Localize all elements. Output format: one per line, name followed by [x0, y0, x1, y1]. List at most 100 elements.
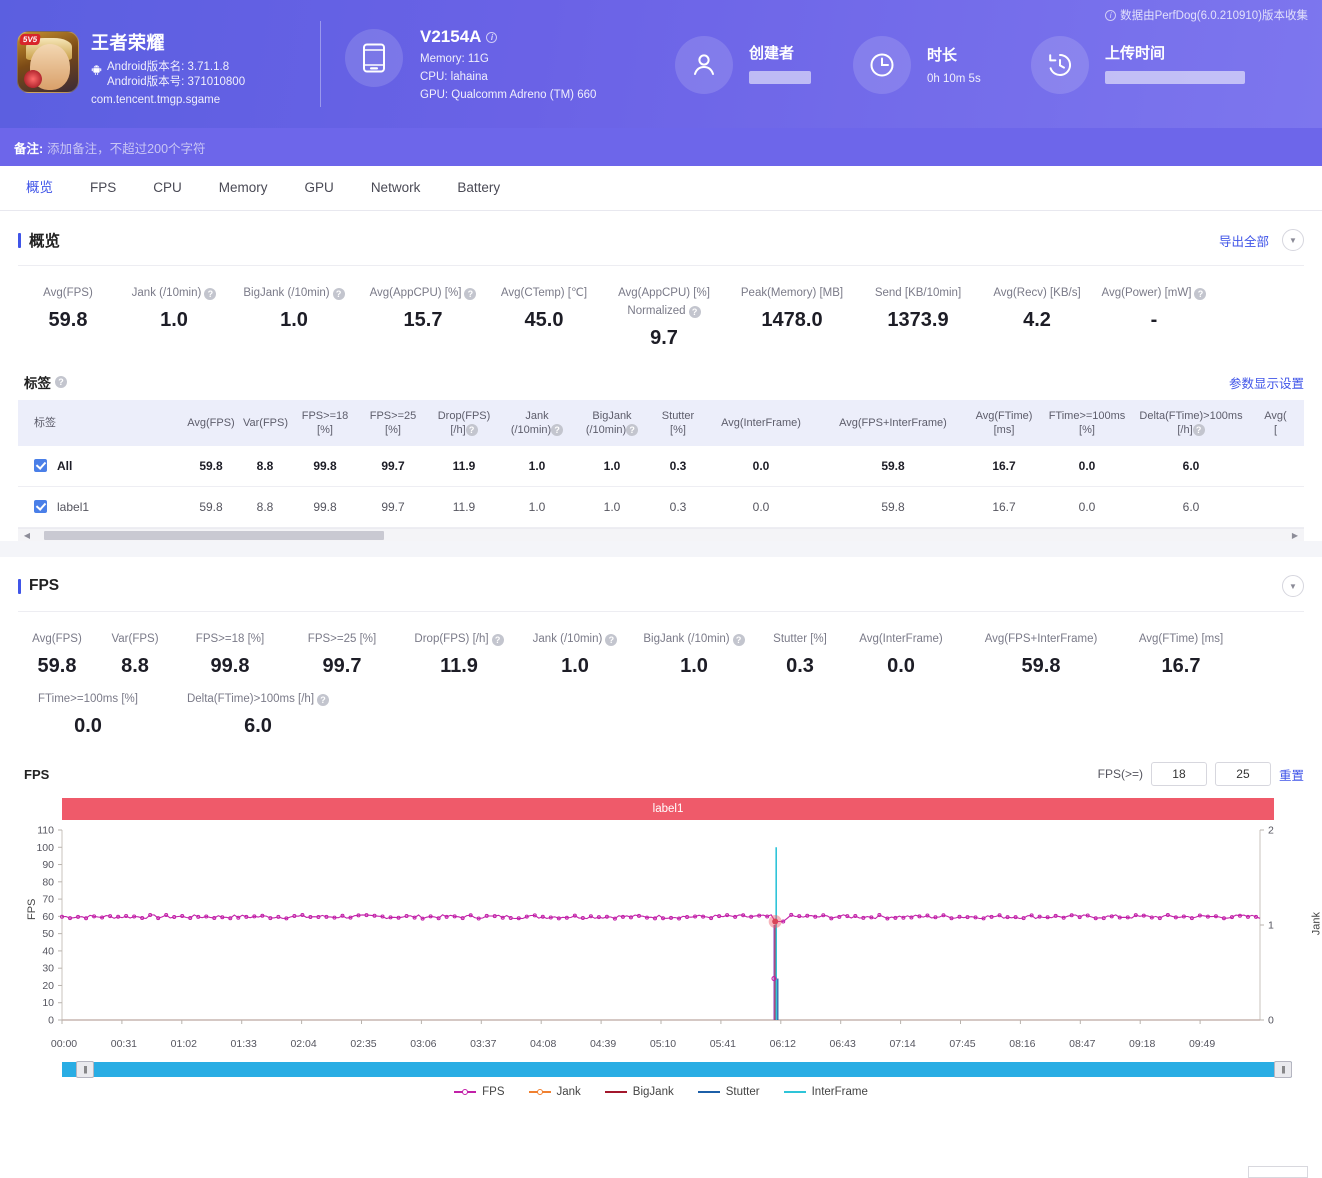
scroll-right-arrow[interactable]: ▶ — [1286, 531, 1304, 540]
row-checkbox[interactable] — [34, 459, 47, 472]
metric-label: Jank (/10min)? — [520, 632, 630, 647]
hscroll-thumb[interactable] — [44, 531, 384, 540]
table-cell: 16.7 — [969, 487, 1039, 528]
legend-item-jank[interactable]: Jank — [529, 1086, 581, 1098]
metric-label: Avg(CTemp) [℃] — [488, 286, 600, 301]
legend-item-interframe[interactable]: InterFrame — [784, 1086, 868, 1098]
tab-network[interactable]: Network — [355, 166, 437, 210]
help-icon[interactable]: ? — [466, 424, 478, 436]
tab-cpu[interactable]: CPU — [137, 166, 198, 210]
help-icon[interactable]: ? — [689, 306, 701, 318]
labels-table-hscrollbar[interactable]: ◀ ▶ — [18, 528, 1304, 541]
row-label-cell[interactable]: label1 — [18, 487, 183, 528]
collapse-overview-button[interactable]: ▼ — [1282, 229, 1304, 251]
help-icon[interactable]: ? — [492, 634, 504, 646]
table-cell: 1.0 — [573, 487, 651, 528]
app-name: 王者荣耀 — [91, 29, 245, 55]
help-icon[interactable]: ? — [317, 694, 329, 706]
labels-table-wrap: 标签Avg(FPS)Var(FPS)FPS>=18[%]FPS>=25[%]Dr… — [18, 400, 1304, 528]
help-icon[interactable]: ? — [551, 424, 563, 436]
table-cell: 59.8 — [183, 487, 239, 528]
legend-item-bigjank[interactable]: BigJank — [605, 1086, 674, 1098]
fps-threshold-low-input[interactable]: 18 — [1151, 762, 1207, 786]
metric-label: FPS>=18 [%] — [174, 632, 286, 647]
duration-value: 0h 10m 5s — [927, 73, 981, 85]
help-icon[interactable]: ? — [464, 288, 476, 300]
tab-fps[interactable]: FPS — [74, 166, 132, 210]
table-cell: 11.9 — [427, 446, 501, 487]
table-row[interactable]: label159.88.899.899.711.91.01.00.30.059.… — [18, 487, 1304, 528]
device-info-icon[interactable]: i — [486, 32, 497, 43]
metric-label: Avg(AppCPU) [%]Normalized? — [600, 286, 728, 319]
labels-table-body: All59.88.899.899.711.91.01.00.30.059.816… — [18, 446, 1304, 528]
legend-label: FPS — [482, 1086, 504, 1098]
metric-send-kb-10min: Send [KB/10min]1373.9 — [856, 286, 980, 350]
fps-chart-plot[interactable]: FPS Jank 0102030405060708090100110012 — [18, 824, 1304, 1036]
tab-battery[interactable]: Battery — [441, 166, 516, 210]
row-checkbox[interactable] — [34, 500, 47, 513]
metric-value: 6.0 — [158, 715, 358, 738]
metric-value: 4.2 — [980, 309, 1094, 332]
col-header: Avg([ — [1247, 400, 1304, 446]
chart-label-band: label1 — [62, 798, 1274, 820]
collapse-fps-button[interactable]: ▼ — [1282, 575, 1304, 597]
overview-title: 概览 — [18, 229, 60, 251]
x-tick-label: 03:37 — [470, 1038, 496, 1050]
app-version-name: Android版本名: 3.71.1.8 — [107, 60, 245, 75]
note-bar[interactable]: 备注: 添加备注，不超过200个字符 — [0, 128, 1322, 166]
metric-avg-fps-interframe: Avg(FPS+InterFrame)59.8 — [960, 632, 1122, 678]
help-icon[interactable]: ? — [204, 288, 216, 300]
help-icon[interactable]: ? — [1193, 424, 1205, 436]
user-icon — [675, 36, 733, 94]
tab-gpu[interactable]: GPU — [289, 166, 350, 210]
fps-chart-svg: 0102030405060708090100110012 — [18, 824, 1304, 1036]
x-tick-label: 01:02 — [171, 1038, 197, 1050]
header-divider — [320, 21, 321, 107]
x-tick-label: 05:10 — [650, 1038, 676, 1050]
fps-threshold-high-input[interactable]: 25 — [1215, 762, 1271, 786]
fps-section: FPS ▼ Avg(FPS)59.8Var(FPS)8.8FPS>=18 [%]… — [0, 557, 1322, 1098]
legend-swatch — [784, 1091, 806, 1093]
timeline-range-slider[interactable]: ||| ||| — [62, 1062, 1292, 1077]
labels-help-icon[interactable]: ? — [55, 376, 67, 388]
metric-value: 45.0 — [488, 309, 600, 332]
tab-overview[interactable]: 概览 — [10, 166, 69, 210]
help-icon[interactable]: ? — [733, 634, 745, 646]
help-icon[interactable]: ? — [1194, 288, 1206, 300]
creator-block: 创建者 — [675, 34, 853, 94]
table-cell: 59.8 — [183, 446, 239, 487]
legend-swatch — [529, 1091, 551, 1093]
param-display-settings-link[interactable]: 参数显示设置 — [1229, 373, 1304, 392]
help-icon[interactable]: ? — [605, 634, 617, 646]
fps-metrics-row-2: FTime>=100ms [%]0.0Delta(FTime)>100ms [/… — [18, 692, 1304, 752]
table-cell: 11.9 — [427, 487, 501, 528]
device-cpu: CPU: lahaina — [420, 71, 596, 83]
legend-item-fps[interactable]: FPS — [454, 1086, 504, 1098]
timeline-left-handle[interactable]: ||| — [76, 1061, 94, 1078]
hscroll-track[interactable] — [36, 531, 1286, 540]
export-all-link[interactable]: 导出全部 — [1219, 231, 1269, 250]
reset-thresholds-link[interactable]: 重置 — [1279, 765, 1304, 784]
help-icon[interactable]: ? — [333, 288, 345, 300]
metric-label: Avg(FTime) [ms] — [1122, 632, 1240, 647]
scroll-left-arrow[interactable]: ◀ — [18, 531, 36, 540]
overview-metrics: Avg(FPS)59.8Jank (/10min)?1.0BigJank (/1… — [18, 266, 1304, 364]
y-tick-label: 70 — [42, 894, 54, 906]
tab-memory[interactable]: Memory — [203, 166, 284, 210]
upload-time-block: 上传时间 — [1031, 34, 1209, 94]
table-cell: 0.0 — [705, 446, 817, 487]
help-icon[interactable]: ? — [626, 424, 638, 436]
timeline-right-handle[interactable]: ||| — [1274, 1061, 1292, 1078]
table-cell: 1.0 — [501, 446, 573, 487]
metric-value: 11.9 — [398, 655, 520, 678]
x-tick-label: 02:35 — [350, 1038, 376, 1050]
note-input-placeholder[interactable]: 添加备注，不超过200个字符 — [47, 138, 205, 157]
phone-icon — [345, 29, 403, 87]
legend-item-stutter[interactable]: Stutter — [698, 1086, 760, 1098]
y-tick-label: 10 — [42, 997, 54, 1009]
metric-label: Avg(FPS) — [18, 632, 96, 647]
row-label-cell[interactable]: All — [18, 446, 183, 487]
x-tick-label: 04:39 — [590, 1038, 616, 1050]
table-row[interactable]: All59.88.899.899.711.91.01.00.30.059.816… — [18, 446, 1304, 487]
perfdog-version-note: i 数据由PerfDog(6.0.210910)版本收集 — [1105, 7, 1308, 23]
